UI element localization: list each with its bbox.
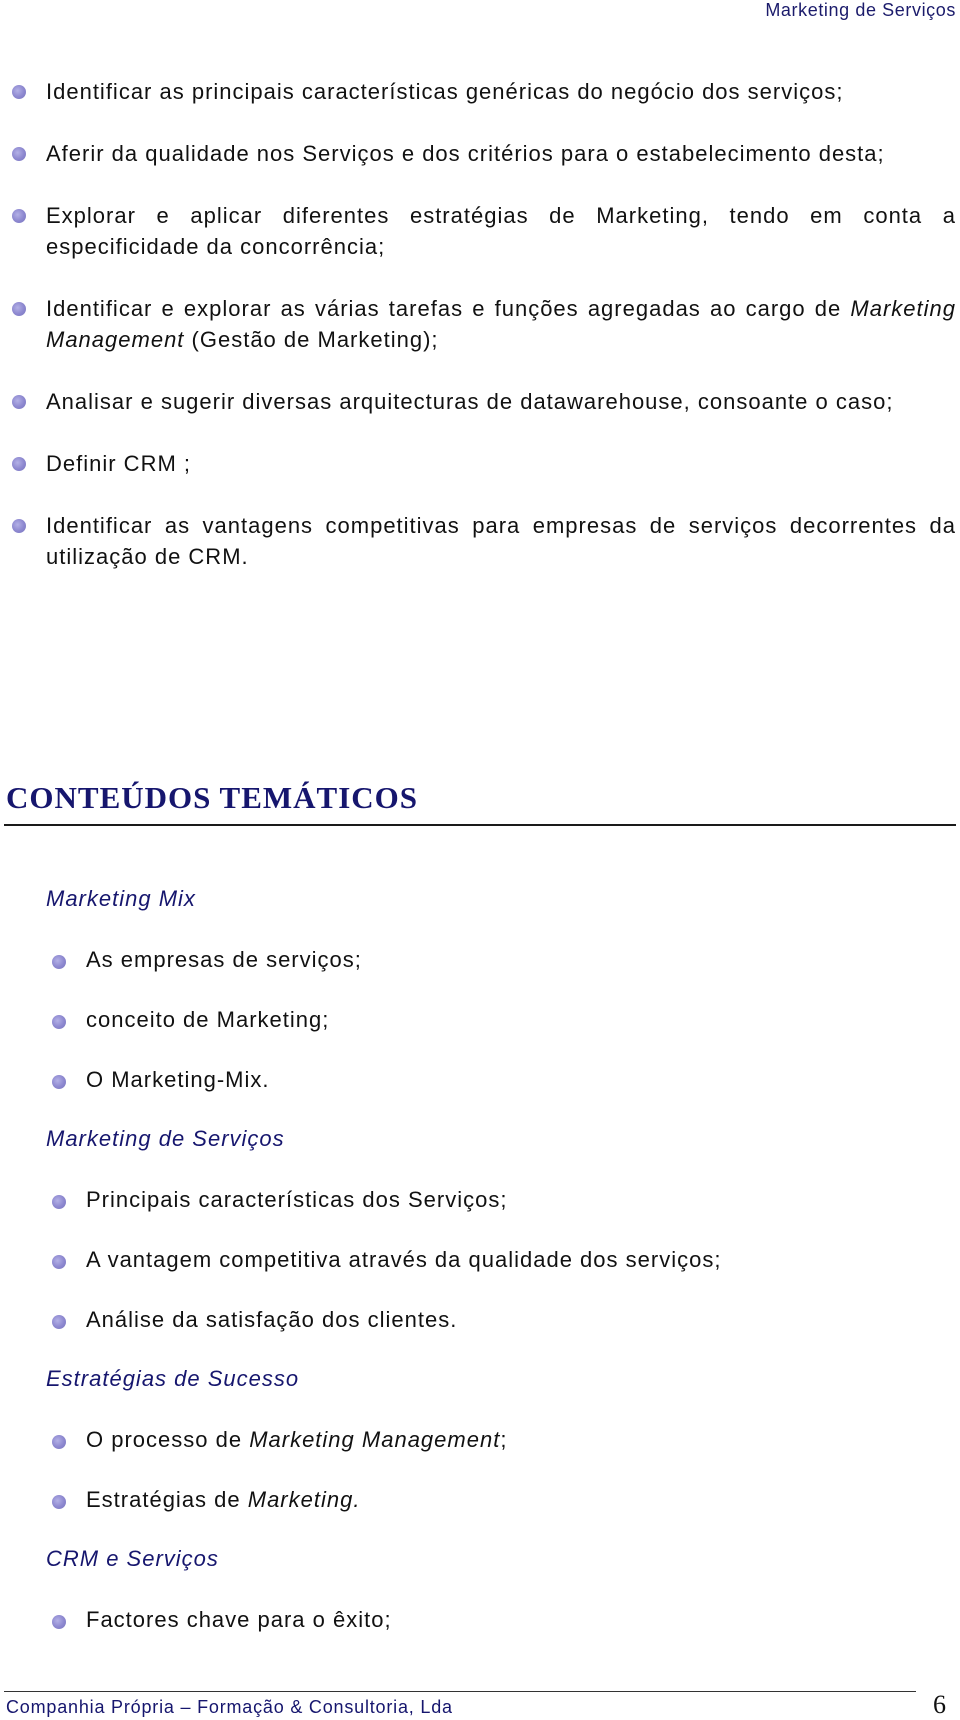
objective-text: Analisar e sugerir diversas arquitectura…: [46, 389, 894, 414]
bullet-icon: [52, 1075, 66, 1089]
topic-item-text: Factores chave para o êxito;: [86, 1607, 392, 1632]
topic-item: O Marketing-Mix.: [52, 1067, 270, 1093]
topic-item: Estratégias de Marketing.: [52, 1487, 361, 1513]
objective-item: Definir CRM ;: [0, 448, 960, 479]
section-heading: CONTEÚDOS TEMÁTICOS: [6, 780, 419, 815]
objective-text: Identificar as vantagens competitivas pa…: [46, 513, 956, 569]
objectives-list: Identificar as principais característica…: [0, 76, 960, 603]
topic-item: Factores chave para o êxito;: [52, 1607, 392, 1633]
topic-item: Principais características dos Serviços;: [52, 1187, 508, 1213]
page-number: 6: [933, 1690, 946, 1719]
objective-item: Analisar e sugerir diversas arquitectura…: [0, 386, 960, 417]
bullet-icon: [52, 1255, 66, 1269]
objective-item: Aferir da qualidade nos Serviços e dos c…: [0, 138, 960, 169]
topic-item: A vantagem competitiva através da qualid…: [52, 1247, 722, 1273]
topic-item-text: Principais características dos Serviços;: [86, 1187, 508, 1212]
topic-title: Marketing Mix: [46, 886, 196, 911]
bullet-icon: [52, 955, 66, 969]
bullet-icon: [12, 302, 26, 316]
topic-title: Estratégias de Sucesso: [46, 1366, 300, 1391]
objective-text: Definir CRM ;: [46, 451, 192, 476]
topic-item: O processo de Marketing Management;: [52, 1427, 508, 1453]
topic-item-text: Análise da satisfação dos clientes.: [86, 1307, 458, 1332]
topic-item: Análise da satisfação dos clientes.: [52, 1307, 458, 1333]
bullet-icon: [52, 1015, 66, 1029]
bullet-icon: [12, 147, 26, 161]
section-divider: [4, 824, 956, 826]
topic-item: As empresas de serviços;: [52, 947, 362, 973]
topic-item-text: O processo de: [86, 1427, 250, 1452]
objective-item: Identificar e explorar as várias tarefas…: [0, 293, 960, 355]
bullet-icon: [52, 1315, 66, 1329]
topic-item: conceito de Marketing;: [52, 1007, 330, 1033]
bullet-icon: [12, 85, 26, 99]
objective-text: Explorar e aplicar diferentes estratégia…: [46, 203, 956, 259]
topic-item-text: ;: [500, 1427, 508, 1452]
bullet-icon: [52, 1495, 66, 1509]
footer-divider: [4, 1691, 916, 1692]
topic-item-text-italic: Marketing Management: [249, 1427, 501, 1452]
bullet-icon: [52, 1615, 66, 1629]
topic-title: Marketing de Serviços: [46, 1126, 285, 1151]
topic-item-text: Estratégias de: [86, 1487, 248, 1512]
topic-item-text: A vantagem competitiva através da qualid…: [86, 1247, 722, 1272]
bullet-icon: [52, 1435, 66, 1449]
footer-company: Companhia Própria – Formação & Consultor…: [6, 1697, 453, 1717]
bullet-icon: [52, 1195, 66, 1209]
bullet-icon: [12, 519, 26, 533]
objective-text: Aferir da qualidade nos Serviços e dos c…: [46, 141, 885, 166]
topic-item-text: O Marketing-Mix.: [86, 1067, 270, 1092]
objective-item: Explorar e aplicar diferentes estratégia…: [0, 200, 960, 262]
topic-item-text-italic: Marketing.: [247, 1487, 361, 1512]
objective-item: Identificar as vantagens competitivas pa…: [0, 510, 960, 572]
objective-text: Identificar e explorar as várias tarefas…: [46, 296, 851, 321]
topic-item-text: conceito de Marketing;: [86, 1007, 330, 1032]
running-header-title: Marketing de Serviços: [765, 0, 956, 20]
topic-title: CRM e Serviços: [46, 1546, 219, 1571]
objective-item: Identificar as principais característica…: [0, 76, 960, 107]
objective-text: Identificar as principais característica…: [46, 79, 844, 104]
objective-text: (Gestão de Marketing);: [184, 327, 439, 352]
bullet-icon: [12, 395, 26, 409]
bullet-icon: [12, 209, 26, 223]
topic-item-text: As empresas de serviços;: [86, 947, 362, 972]
bullet-icon: [12, 457, 26, 471]
